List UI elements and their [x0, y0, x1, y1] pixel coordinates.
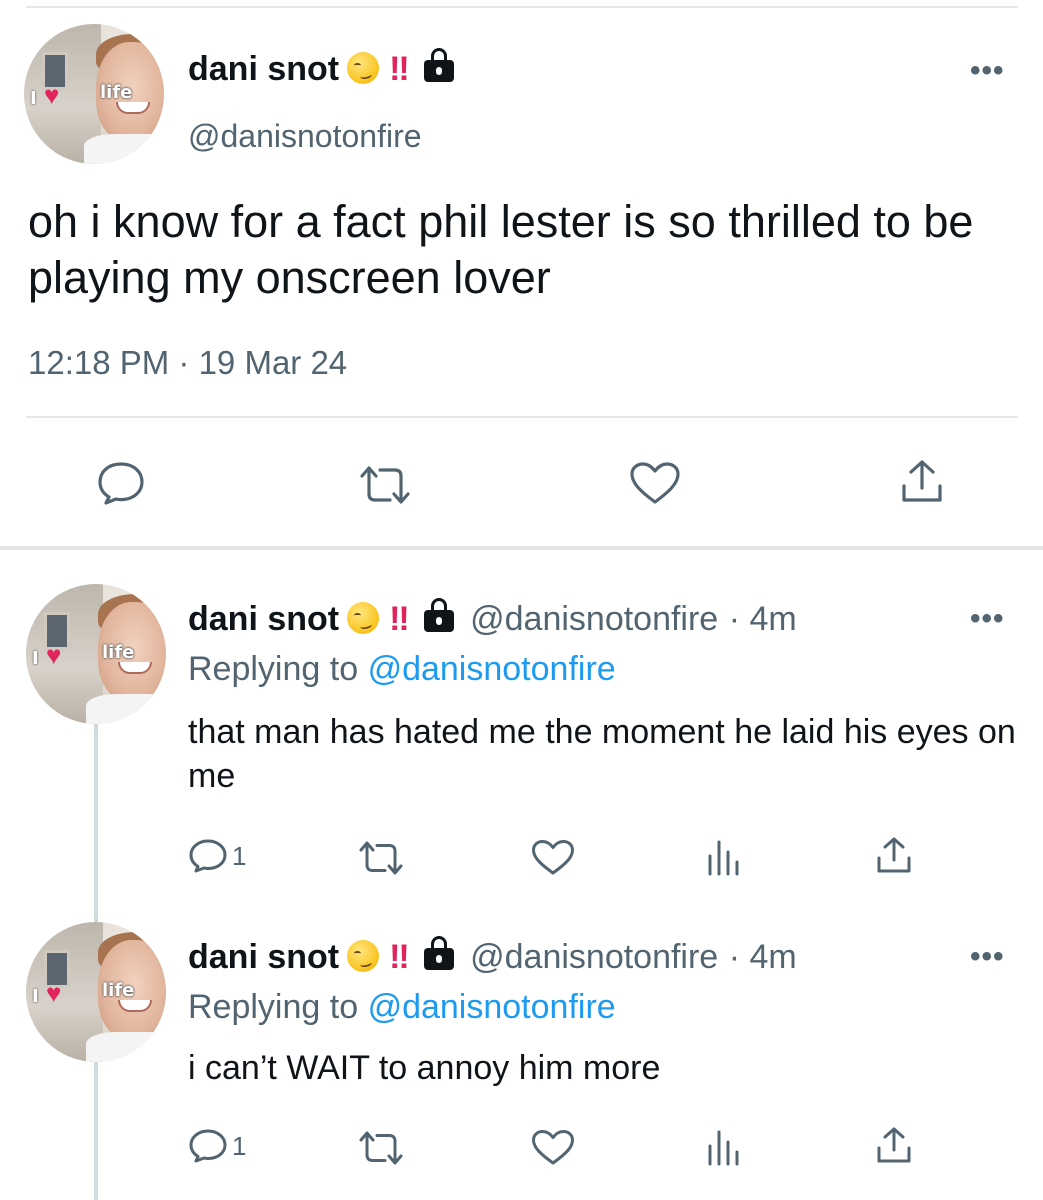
retweet-arrows-icon [360, 466, 410, 504]
reply-count: 1 [232, 840, 247, 871]
display-name[interactable]: dani snot [188, 50, 339, 88]
smirking-face-emoji-icon [347, 52, 380, 84]
replying-to: Replying to @danisnotonfire [188, 988, 616, 1027]
retweet-button[interactable] [356, 464, 414, 506]
retweet-button[interactable] [356, 840, 406, 876]
tweet-text: that man has hated me the moment he laid… [188, 713, 1016, 795]
heart-icon [630, 462, 680, 504]
section-divider [0, 546, 1043, 550]
analytics-button[interactable] [706, 838, 742, 876]
avatar[interactable]: I ♥ life [26, 584, 166, 724]
like-button[interactable] [530, 838, 576, 876]
author-line: dani snot ‼ [188, 48, 454, 89]
thread-connector [94, 700, 98, 922]
more-dots-icon[interactable]: ••• [970, 604, 1005, 634]
avatar-caption-left: I [32, 986, 39, 1007]
author-line: dani snot ‼ @danisnotonfire · 4m [188, 936, 797, 977]
avatar-caption-right: life [102, 642, 135, 663]
share-button[interactable] [874, 1126, 914, 1166]
speech-bubble-icon [98, 462, 144, 505]
timestamp[interactable]: 12:18 PM · 19 Mar 24 [28, 344, 347, 382]
reply-count: 1 [232, 1130, 247, 1161]
mention-link[interactable]: @danisnotonfire [368, 650, 616, 688]
share-button[interactable] [874, 836, 914, 876]
mention-link[interactable]: @danisnotonfire [368, 988, 616, 1026]
handle[interactable]: @danisnotonfire [188, 118, 422, 155]
like-button[interactable] [530, 1128, 576, 1166]
relative-time[interactable]: · 4m [729, 938, 797, 976]
double-exclamation-icon: ‼ [389, 50, 409, 88]
replying-to: Replying to @danisnotonfire [188, 650, 616, 689]
divider [26, 416, 1018, 418]
thread-connector [94, 1060, 98, 1200]
heart-sticker-icon: ♥ [44, 80, 60, 110]
more-dots-icon[interactable]: ••• [970, 56, 1005, 86]
heart-sticker-icon: ♥ [46, 640, 62, 670]
double-exclamation-icon: ‼ [389, 938, 409, 976]
lock-icon [423, 936, 454, 970]
lock-icon [423, 598, 454, 632]
analytics-bars-icon [708, 840, 739, 876]
relative-time[interactable]: · 4m [729, 600, 797, 638]
tweet-text: i can’t WAIT to annoy him more [188, 1049, 661, 1087]
heart-icon [532, 840, 574, 875]
reply-button[interactable]: 1 [188, 1128, 246, 1164]
more-dots-icon[interactable]: ••• [970, 942, 1005, 972]
handle[interactable]: @danisnotonfire [470, 600, 718, 638]
replying-prefix: Replying to [188, 988, 359, 1026]
reply-button[interactable] [96, 460, 146, 506]
retweet-button[interactable] [356, 1130, 406, 1166]
speech-bubble-icon [189, 1129, 227, 1163]
share-upload-icon [877, 1127, 911, 1163]
analytics-button[interactable] [706, 1128, 742, 1166]
smirking-face-emoji-icon [347, 602, 380, 634]
share-button[interactable] [898, 458, 946, 506]
like-button[interactable] [628, 460, 682, 506]
heart-icon [532, 1130, 574, 1165]
avatar-caption-right: life [100, 82, 133, 103]
retweet-arrows-icon [359, 841, 403, 875]
lock-icon [423, 48, 454, 82]
handle[interactable]: @danisnotonfire [470, 938, 718, 976]
avatar[interactable]: I ♥ life [26, 922, 166, 1062]
share-upload-icon [902, 460, 942, 502]
retweet-arrows-icon [359, 1131, 403, 1165]
avatar-caption-left: I [30, 88, 37, 109]
display-name[interactable]: dani snot [188, 600, 339, 638]
reply-button[interactable]: 1 [188, 838, 246, 874]
avatar-caption-left: I [32, 648, 39, 669]
author-line: dani snot ‼ @danisnotonfire · 4m [188, 598, 797, 639]
share-upload-icon [877, 837, 911, 873]
top-divider [26, 6, 1018, 8]
double-exclamation-icon: ‼ [389, 600, 409, 638]
display-name[interactable]: dani snot [188, 938, 339, 976]
analytics-bars-icon [708, 1130, 739, 1166]
avatar[interactable]: I ♥ life [24, 24, 164, 164]
tweet-text: oh i know for a fact phil lester is so t… [28, 196, 974, 303]
heart-sticker-icon: ♥ [46, 978, 62, 1008]
replying-prefix: Replying to [188, 650, 359, 688]
smirking-face-emoji-icon [347, 940, 380, 972]
avatar-caption-right: life [102, 980, 135, 1001]
speech-bubble-icon [189, 839, 227, 873]
